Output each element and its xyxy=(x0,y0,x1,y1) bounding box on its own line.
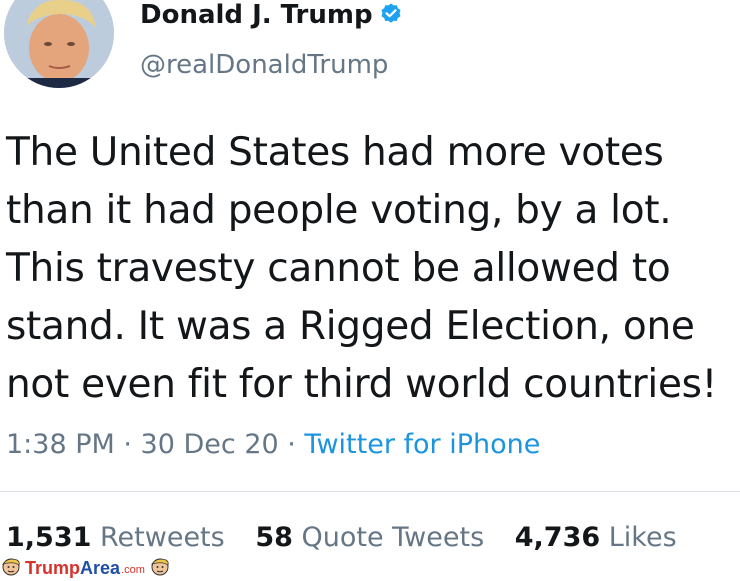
tweet-line: not even fit for third world countries! xyxy=(6,362,718,407)
quote-tweets-label: Quote Tweets xyxy=(301,522,485,553)
retweets-stat[interactable]: 1,531 Retweets xyxy=(6,522,225,553)
tweet-stats: 1,531 Retweets 58 Quote Tweets 4,736 Lik… xyxy=(6,520,699,556)
watermark-suffix: .com xyxy=(121,564,145,576)
likes-label: Likes xyxy=(608,522,677,553)
retweets-label: Retweets xyxy=(100,522,225,553)
likes-count: 4,736 xyxy=(514,522,601,553)
meta-separator: · xyxy=(114,429,141,460)
watermark-text: TrumpArea xyxy=(25,557,121,578)
tweet-text: The United States had more votes than it… xyxy=(6,124,736,414)
tweet-line: stand. It was a Rigged Election, one xyxy=(6,304,695,349)
watermark-face-icon xyxy=(149,555,171,581)
quote-tweets-stat[interactable]: 58 Quote Tweets xyxy=(255,522,484,553)
tweet-line: This travesty cannot be allowed to xyxy=(6,246,671,291)
verified-badge-icon xyxy=(379,2,403,33)
watermark-face-icon xyxy=(0,555,22,581)
tweet-meta: 1:38 PM · 30 Dec 20 · Twitter for iPhone xyxy=(6,427,540,463)
likes-stat[interactable]: 4,736 Likes xyxy=(515,522,677,553)
tweet-date[interactable]: 30 Dec 20 xyxy=(141,429,279,460)
profile-avatar[interactable] xyxy=(4,0,114,88)
tweet-time[interactable]: 1:38 PM xyxy=(6,429,115,460)
user-handle[interactable]: @realDonaldTrump xyxy=(140,48,388,82)
meta-separator: · xyxy=(278,429,305,460)
display-name[interactable]: Donald J. Trump xyxy=(140,0,403,33)
avatar-image xyxy=(4,0,114,88)
quote-tweets-count: 58 xyxy=(255,522,293,553)
display-name-text: Donald J. Trump xyxy=(140,0,373,30)
watermark: TrumpArea .com xyxy=(0,556,171,580)
tweet-source-link[interactable]: Twitter for iPhone xyxy=(304,429,540,460)
tweet-line: The United States had more votes xyxy=(6,130,664,175)
tweet-line: than it had people voting, by a lot. xyxy=(6,188,672,233)
retweets-count: 1,531 xyxy=(6,522,92,553)
divider xyxy=(0,491,740,492)
